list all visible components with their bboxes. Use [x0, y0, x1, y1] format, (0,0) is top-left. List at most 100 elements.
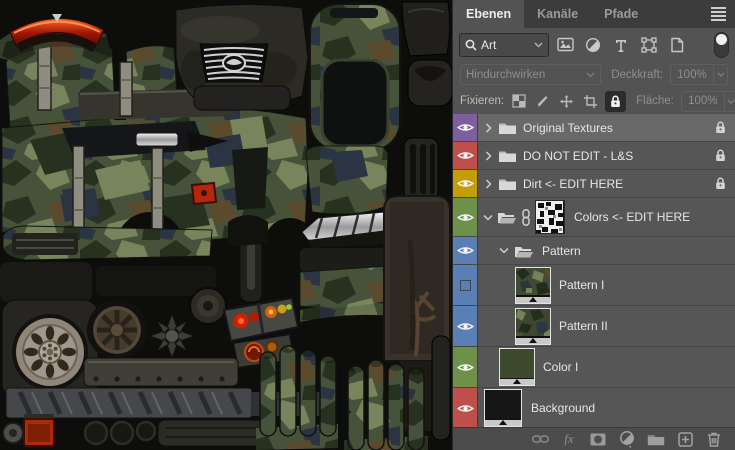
layer-row-do-not-edit[interactable]: DO NOT EDIT - L&S — [453, 142, 735, 170]
eye-icon — [456, 247, 474, 254]
visibility-toggle[interactable] — [453, 170, 478, 197]
layer-filtering-toggle[interactable] — [714, 31, 729, 58]
folder-icon — [499, 179, 516, 190]
lock-row: Fixieren: Fläche: 100% — [453, 88, 735, 114]
lock-artboard-icon — [584, 94, 598, 108]
layer-mask-thumbnail[interactable] — [535, 200, 565, 234]
layer-name: DO NOT EDIT - L&S — [523, 148, 634, 163]
lock-pixels-button[interactable] — [533, 92, 552, 111]
layer-row-background[interactable]: Background — [453, 388, 735, 427]
lock-artboard-button[interactable] — [581, 92, 600, 111]
lock-all-button[interactable] — [605, 90, 627, 112]
visibility-toggle[interactable] — [453, 237, 478, 264]
lock-position-icon — [560, 94, 574, 108]
opacity-value: 100% — [677, 68, 707, 81]
filter-type-layers-button[interactable] — [609, 33, 633, 57]
layer-row-color-1[interactable]: Color I — [453, 347, 735, 388]
link-layers-button[interactable] — [531, 430, 549, 448]
filter-adjustment-layers-button[interactable] — [581, 33, 605, 57]
layer-effects-button[interactable]: fx — [560, 430, 578, 448]
visibility-toggle[interactable] — [453, 114, 478, 141]
new-layer-button[interactable] — [676, 430, 694, 448]
folder-open-icon — [515, 246, 533, 257]
layer-name: Dirt <- EDIT HERE — [523, 176, 624, 191]
fill-label: Fläche: — [636, 95, 674, 107]
layer-row-pattern-2[interactable]: Pattern II — [453, 306, 735, 347]
layer-row-original-textures[interactable]: Original Textures — [453, 114, 735, 142]
chevron-down-icon — [534, 41, 543, 48]
chevron-right-icon[interactable] — [485, 178, 492, 189]
visibility-toggle[interactable] — [453, 142, 478, 169]
fx-icon: fx — [564, 431, 574, 446]
folder-icon — [647, 434, 665, 445]
folder-icon — [499, 151, 516, 162]
thumbnail-strip — [500, 378, 534, 385]
chevron-down-icon — [586, 71, 595, 78]
texture-atlas-image — [0, 0, 452, 450]
layer-row-pattern-group[interactable]: Pattern — [453, 237, 735, 265]
new-group-button[interactable] — [647, 430, 665, 448]
panel-menu-icon — [711, 7, 726, 21]
add-mask-button[interactable] — [589, 430, 607, 448]
trash-icon — [708, 432, 720, 447]
layer-thumbnail[interactable] — [515, 266, 551, 304]
chevron-right-icon[interactable] — [485, 122, 492, 133]
link-icon — [531, 435, 549, 443]
lock-transparency-icon — [512, 94, 526, 108]
filter-shape-layers-button[interactable] — [637, 33, 661, 57]
panel-menu-button[interactable] — [711, 0, 735, 28]
visibility-toggle[interactable] — [453, 198, 478, 236]
filter-kind-dropdown[interactable]: Art — [459, 32, 549, 57]
opacity-label: Deckkraft: — [611, 68, 663, 81]
visibility-toggle[interactable] — [453, 306, 478, 346]
visibility-toggle[interactable] — [453, 265, 478, 305]
visibility-toggle[interactable] — [453, 388, 478, 427]
adjustment-layers-icon — [585, 37, 601, 52]
layer-row-pattern-1[interactable]: Pattern I — [453, 265, 735, 306]
lock-pixels-icon — [537, 96, 548, 107]
type-layers-icon — [616, 39, 626, 52]
layer-name: Background — [531, 401, 596, 415]
layer-thumbnail[interactable] — [484, 389, 522, 427]
chevron-down-icon — [727, 99, 735, 104]
blend-mode-dropdown: Hindurchwirken — [460, 64, 602, 85]
delete-layer-button[interactable] — [705, 430, 723, 448]
layer-name: Pattern II — [559, 319, 608, 333]
tab-ebenen[interactable]: Ebenen — [453, 0, 525, 28]
blend-mode-row: Hindurchwirken Deckkraft: 100% — [453, 61, 735, 88]
new-adjustment-layer-button[interactable] — [618, 430, 636, 448]
layer-thumbnail[interactable] — [515, 307, 551, 345]
layer-list: Original Textures DO NOT EDIT - L&S Dirt… — [453, 114, 735, 427]
eye-icon — [456, 363, 474, 371]
layer-row-dirt[interactable]: Dirt <- EDIT HERE — [453, 170, 735, 198]
document-canvas[interactable] — [0, 0, 452, 450]
chevron-right-icon[interactable] — [485, 150, 492, 161]
search-icon — [465, 39, 477, 51]
filter-pixel-layers-button[interactable] — [553, 33, 577, 57]
layer-name: Pattern I — [559, 278, 605, 292]
lock-icon — [716, 121, 725, 133]
thumbnail-strip — [516, 295, 550, 303]
visibility-toggle[interactable] — [453, 347, 478, 387]
pattern-thumbnail-image — [516, 308, 550, 336]
pixel-layers-icon — [556, 37, 574, 52]
opacity-input: 100% — [670, 64, 728, 85]
layer-row-colors[interactable]: Colors <- EDIT HERE — [453, 198, 735, 237]
layer-thumbnail[interactable] — [499, 348, 535, 386]
filter-smart-objects-button[interactable] — [665, 33, 689, 57]
folder-open-icon — [498, 213, 516, 224]
tab-kanaele[interactable]: Kanäle — [524, 0, 591, 28]
lock-transparency-button[interactable] — [509, 92, 528, 111]
tab-pfade[interactable]: Pfade — [591, 0, 651, 28]
lock-icon — [611, 95, 620, 107]
chevron-down-icon[interactable] — [483, 214, 493, 221]
layer-name: Original Textures — [523, 120, 613, 135]
mask-link-icon[interactable] — [521, 208, 531, 226]
chevron-down-icon[interactable] — [499, 247, 509, 254]
lock-position-button[interactable] — [557, 92, 576, 111]
adjustment-icon — [620, 430, 634, 448]
new-layer-icon — [677, 431, 693, 447]
eye-icon — [456, 180, 474, 187]
lock-icon — [716, 149, 725, 161]
pattern-thumbnail-image — [516, 267, 550, 295]
